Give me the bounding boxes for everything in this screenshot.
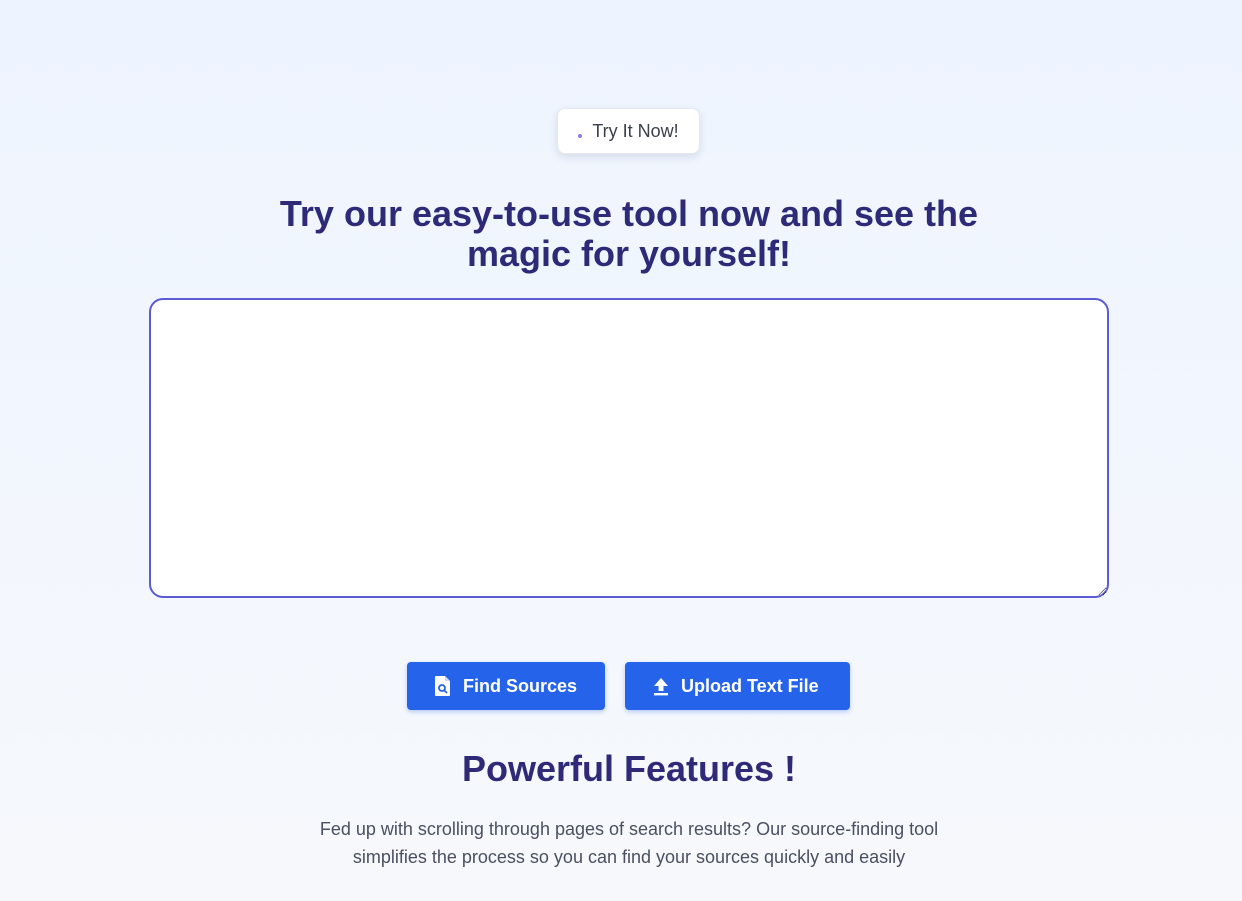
hero-headline: Try our easy-to-use tool now and see the… [0,194,1242,274]
try-it-now-label: Try It Now! [592,120,679,141]
hero-headline-line2: magic for yourself! [466,233,792,274]
file-search-icon [433,675,453,697]
upload-text-file-button[interactable]: Upload Text File [625,662,850,710]
find-sources-label: Find Sources [463,675,578,696]
features-description: Fed up with scrolling through pages of s… [0,815,1242,871]
upload-text-file-label: Upload Text File [681,675,819,696]
upload-icon [651,675,671,697]
dot-icon [578,134,583,138]
action-buttons: Find Sources Upload Text File [407,662,850,710]
features-description-line1: Fed up with scrolling through pages of s… [319,819,939,839]
hero-headline-line1: Try our easy-to-use tool now and see the [279,193,979,234]
features-description-line2: simplifies the process so you can find y… [352,847,906,867]
try-it-now-badge[interactable]: Try It Now! [557,108,700,154]
find-sources-button[interactable]: Find Sources [407,662,605,710]
text-input-area[interactable] [149,298,1109,598]
features-title: Powerful Features ! [461,748,797,789]
